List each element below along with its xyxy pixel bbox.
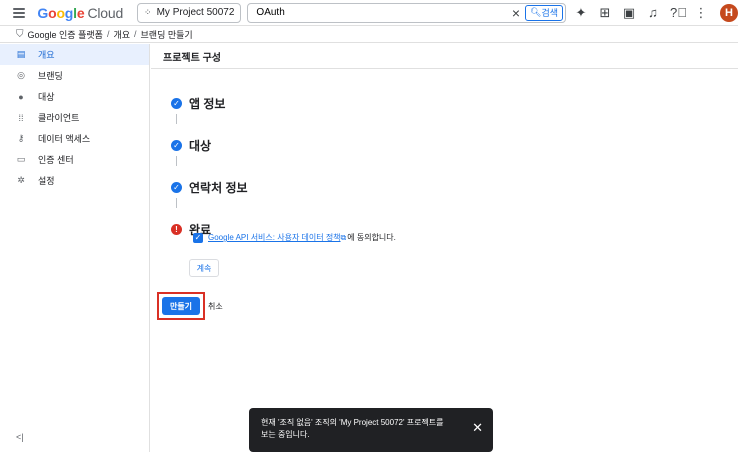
key-icon: ⚷: [17, 133, 25, 143]
main-menu-icon[interactable]: [13, 7, 26, 18]
avatar[interactable]: H: [720, 3, 738, 22]
search-box: × 🔍︎ 검색: [247, 2, 566, 23]
step-title: 대상: [189, 138, 212, 153]
search-button-label: 검색: [541, 8, 558, 18]
help-icon[interactable]: ?⃝: [670, 5, 687, 20]
check-circle-icon: ✓: [171, 139, 182, 151]
gear-icon: ✲: [17, 175, 25, 185]
create-button[interactable]: 만들기: [162, 297, 200, 315]
snackbar-message-line1: 현재 '조직 없음' 조직의 'My Project 50072' 프로젝트를: [261, 418, 444, 427]
breadcrumb-item-create-branding: 브랜딩 만들기: [140, 29, 193, 40]
external-link-icon: ⧉: [340, 232, 347, 242]
sidebar-item-branding[interactable]: ◎ 브랜딩: [0, 65, 149, 86]
breadcrumb: ⛉ Google 인증 플랫폼 / 개요 / 브랜딩 만들기: [0, 26, 738, 43]
sidebar-item-label: 개요: [38, 50, 55, 60]
sidebar-item-label: 브랜딩: [38, 71, 63, 81]
sidebar-item-label: 클라이언트: [38, 113, 80, 123]
snackbar: 현재 '조직 없음' 조직의 'My Project 50072' 프로젝트를 …: [249, 408, 493, 452]
shield-icon: ⛉: [16, 28, 24, 40]
main-content: 프로젝트 구성 ✓ 앱 정보 ✓ 대상 ✓ 연락처 정보 ! 완료 ✓ Goog…: [151, 44, 738, 452]
step-connector: [176, 114, 177, 124]
calendar-icon: ▭: [16, 154, 26, 164]
google-cloud-logo[interactable]: Google Cloud: [37, 5, 123, 21]
top-bar: GoogleCloud ⁘ My Project 50072 × 🔍︎ 검색 ✦…: [0, 0, 738, 26]
sidebar-item-overview[interactable]: ▤ 개요: [0, 44, 149, 65]
sidebar-item-label: 대상: [38, 92, 55, 102]
step-audience[interactable]: ✓ 대상: [171, 136, 248, 154]
user-data-policy-link[interactable]: Google API 서비스: 사용자 데이터 정책: [208, 232, 341, 243]
notifications-bell-icon[interactable]: ♫: [646, 5, 660, 20]
apps-icon: ⁞⁞: [18, 112, 24, 123]
check-circle-icon: ✓: [171, 97, 182, 109]
breadcrumb-separator: /: [134, 29, 137, 39]
close-icon[interactable]: ✕: [472, 421, 483, 434]
collapse-sidebar-icon[interactable]: <|: [16, 432, 24, 442]
policy-checkbox[interactable]: ✓: [193, 232, 203, 243]
page-title: 프로젝트 구성: [151, 44, 738, 69]
step-title: 연락처 정보: [189, 180, 248, 195]
breadcrumb-item-platform[interactable]: Google 인증 플랫폼: [28, 28, 103, 41]
step-title: 앱 정보: [189, 96, 226, 111]
step-contact-info[interactable]: ✓ 연락처 정보: [171, 178, 248, 196]
sidebar-item-audience[interactable]: ● 대상: [0, 86, 149, 107]
error-circle-icon: !: [171, 223, 182, 235]
breadcrumb-separator: /: [106, 29, 110, 39]
search-icon: 🔍︎: [530, 7, 542, 17]
sidebar-item-label: 데이터 액세스: [38, 134, 91, 144]
project-picker[interactable]: ⁘ My Project 50072: [137, 2, 242, 23]
check-circle-icon: ✓: [171, 181, 182, 193]
palette-icon: ◎: [17, 70, 25, 80]
snackbar-message-line2: 보는 중입니다.: [261, 430, 310, 439]
gemini-sparkle-icon[interactable]: ✦: [574, 5, 588, 21]
breadcrumb-item-overview[interactable]: 개요: [113, 28, 130, 41]
consent-suffix: 에 동의합니다.: [347, 233, 396, 242]
sidebar-item-label: 설정: [38, 176, 55, 186]
sidebar-item-clients[interactable]: ⁞⁞ 클라이언트: [0, 107, 149, 128]
sidebar: ▤ 개요 ◎ 브랜딩 ● 대상 ⁞⁞ 클라이언트 ⚷ 데이터 액세스 ▭ 인증 …: [0, 44, 150, 452]
step-connector: [176, 198, 177, 208]
cancel-button[interactable]: 취소: [208, 301, 223, 312]
search-input[interactable]: [248, 7, 507, 18]
sidebar-item-data-access[interactable]: ⚷ 데이터 액세스: [0, 128, 149, 149]
search-button[interactable]: 🔍︎ 검색: [525, 4, 563, 21]
project-dots-icon: ⁘: [144, 7, 152, 17]
person-icon: ●: [18, 91, 24, 102]
sidebar-item-label: 인증 센터: [38, 155, 74, 165]
stepper: ✓ 앱 정보 ✓ 대상 ✓ 연락처 정보 ! 완료: [171, 94, 248, 238]
gift-icon[interactable]: ⊞: [598, 5, 612, 21]
cloud-shell-icon[interactable]: ▣: [622, 5, 636, 21]
sidebar-item-verification-center[interactable]: ▭ 인증 센터: [0, 149, 149, 170]
project-name: My Project 50072: [156, 7, 235, 18]
step-connector: [176, 156, 177, 166]
continue-button[interactable]: 계속: [189, 259, 219, 277]
clear-search-icon[interactable]: ×: [507, 5, 525, 21]
grid-icon: ▤: [16, 49, 26, 59]
step-app-info[interactable]: ✓ 앱 정보: [171, 94, 248, 112]
more-vert-icon[interactable]: ⋮: [694, 5, 708, 21]
policy-consent: ✓ Google API 서비스: 사용자 데이터 정책 ⧉ 에 동의합니다.: [193, 232, 396, 243]
sidebar-item-settings[interactable]: ✲ 설정: [0, 170, 149, 191]
